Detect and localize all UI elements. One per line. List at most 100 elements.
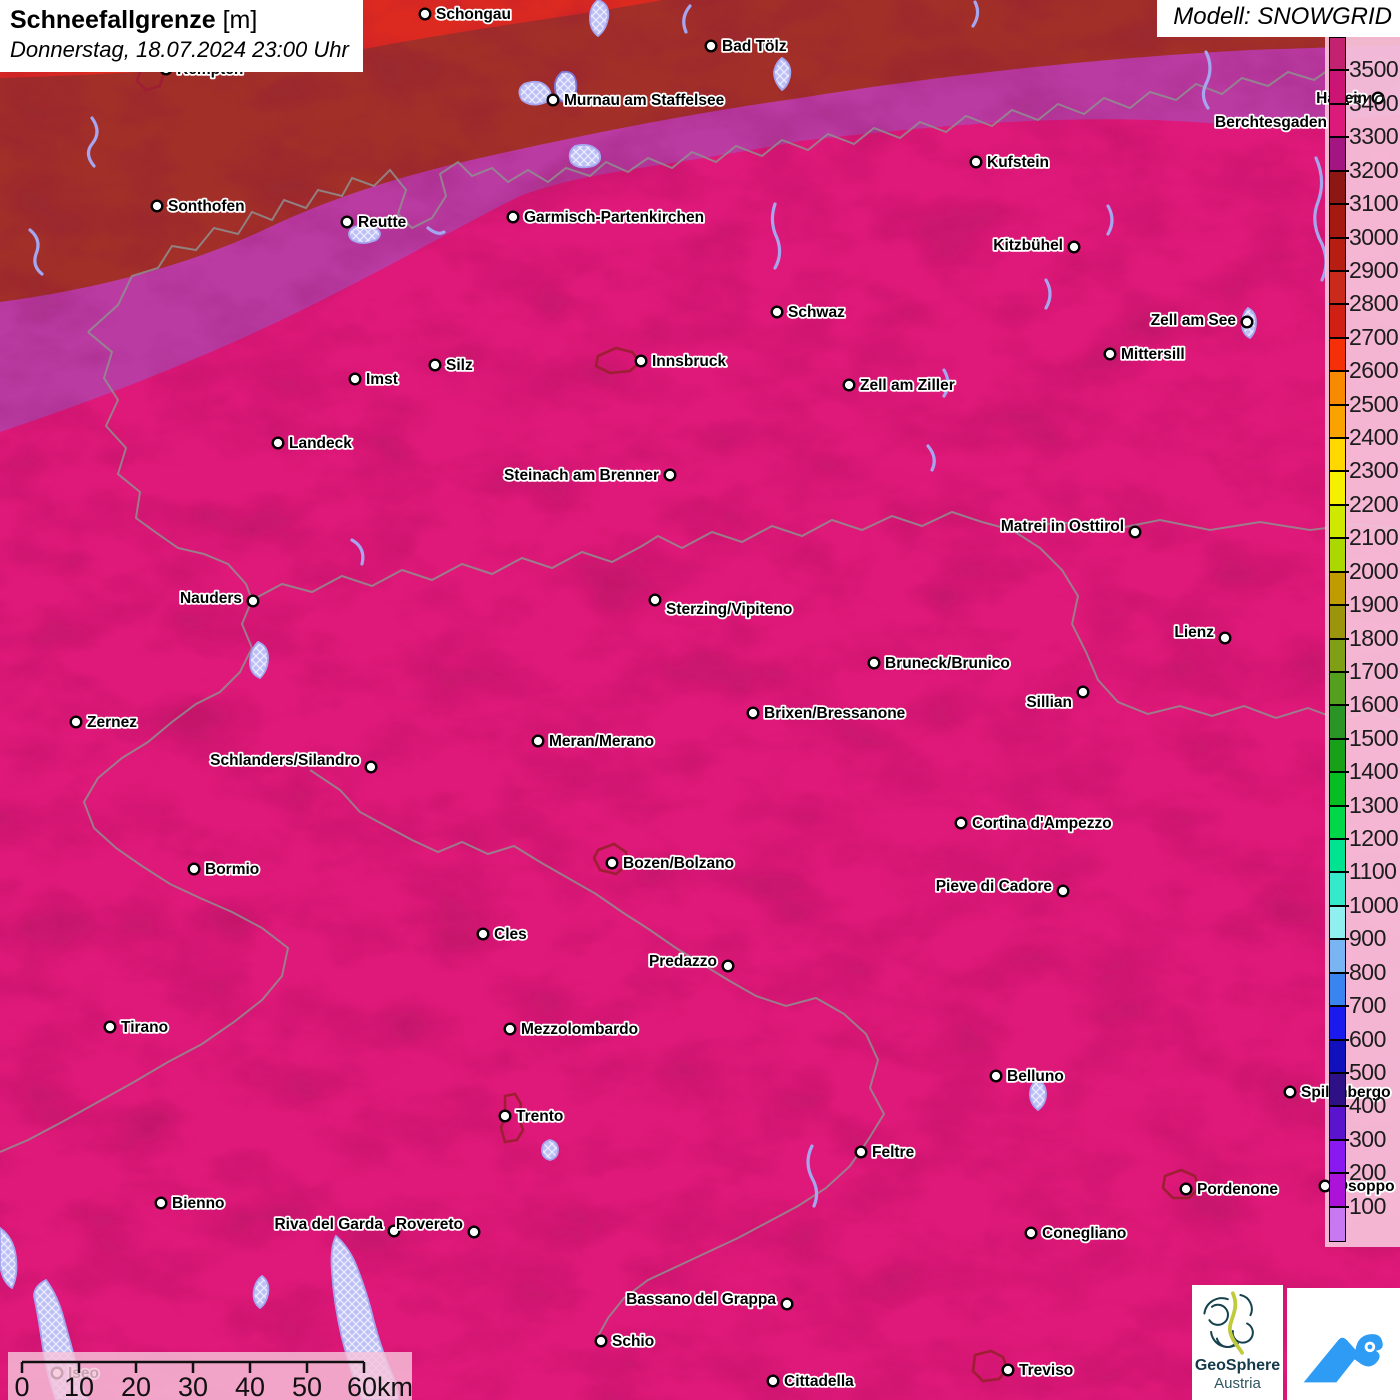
city-label: Meran/Merano: [549, 733, 654, 750]
city-dot: [548, 95, 559, 106]
legend-color-segment: [1330, 339, 1345, 373]
city-label: Garmisch-Partenkirchen: [524, 209, 704, 226]
city-dot: [869, 658, 880, 669]
avalanche-curl-center: [1367, 1344, 1372, 1349]
city-label: Nauders: [180, 590, 242, 607]
map-canvas: SchongauKemptenBad TölzMurnau am Staffel…: [0, 0, 1400, 1400]
city-label: Treviso: [1019, 1362, 1073, 1379]
legend-tick: [1329, 136, 1349, 138]
legend-color-segment: [1330, 606, 1345, 640]
legend-tick: [1329, 303, 1349, 305]
city-label: Bienno: [172, 1195, 225, 1212]
legend-colorbar: 3500340033003200310030002900280027002600…: [1329, 37, 1400, 1247]
legend-tick: [1329, 771, 1349, 773]
legend-color-segment: [1330, 1074, 1345, 1108]
scalebar-label: 50: [292, 1372, 322, 1400]
legend-color-segment: [1330, 472, 1345, 506]
lake: [570, 145, 600, 167]
city-label: Bozen/Bolzano: [623, 855, 734, 872]
legend-value: 500: [1349, 1059, 1386, 1086]
geosphere-logo-box: GeoSphere Austria: [1192, 1285, 1283, 1400]
city-label: Bad Tölz: [722, 38, 787, 55]
city-label: Kufstein: [987, 154, 1049, 171]
legend-tick: [1329, 170, 1349, 172]
map-title-box: Schneefallgrenze [m] Donnerstag, 18.07.2…: [0, 0, 363, 72]
legend-color-segment: [1330, 38, 1345, 72]
city-dot: [505, 1024, 516, 1035]
legend-value: 2600: [1349, 357, 1398, 384]
legend-tick: [1329, 337, 1349, 339]
city-label: Sterzing/Vipiteno: [666, 601, 792, 618]
legend-color-segment: [1330, 873, 1345, 907]
legend-tick: [1329, 203, 1349, 205]
city-dot: [1285, 1087, 1296, 1098]
legend-tick: [1329, 604, 1349, 606]
city-dot: [650, 595, 661, 606]
scalebar-label: 40: [235, 1372, 265, 1400]
city-dot: [508, 212, 519, 223]
city-dot: [71, 717, 82, 728]
legend-value: 3400: [1349, 90, 1398, 117]
legend-color-segment: [1330, 706, 1345, 740]
scalebar-label: 30: [178, 1372, 208, 1400]
legend-value: 900: [1349, 925, 1386, 952]
legend-tick: [1329, 1039, 1349, 1041]
scalebar-ruler: 0102030405060km: [8, 1352, 412, 1400]
legend-tick: [1329, 504, 1349, 506]
legend-tick: [1329, 69, 1349, 71]
legend-tick: [1329, 437, 1349, 439]
city-matrei-in-osttirol: Matrei in Osttirol: [1001, 518, 1140, 537]
legend-color-segment: [1330, 138, 1345, 172]
city-dot: [105, 1022, 116, 1033]
city-label: Murnau am Staffelsee: [564, 92, 725, 109]
city-label: Mezzolombardo: [521, 1021, 638, 1038]
legend-value: 3100: [1349, 190, 1398, 217]
city-label: Riva del Garda: [274, 1216, 383, 1233]
legend-tick: [1329, 871, 1349, 873]
city-dot: [971, 157, 982, 168]
city-label: Matrei in Osttirol: [1001, 518, 1124, 535]
legend-color-segment: [1330, 205, 1345, 239]
city-label: Zell am Ziller: [860, 377, 955, 394]
city-label: Sillian: [1026, 694, 1072, 711]
city-label: Steinach am Brenner: [504, 467, 659, 484]
legend-value: 2800: [1349, 290, 1398, 317]
city-dot: [1078, 687, 1089, 698]
avalanche-logo-box: [1287, 1288, 1400, 1400]
legend-color-segment: [1330, 573, 1345, 607]
city-dot: [156, 1198, 167, 1209]
legend-color-segment: [1330, 372, 1345, 406]
city-dot: [273, 438, 284, 449]
city-dot: [723, 961, 734, 972]
legend-tick: [1329, 1105, 1349, 1107]
geosphere-country: Austria: [1192, 1375, 1283, 1392]
city-label: Imst: [366, 371, 398, 388]
legend-color-segment: [1330, 71, 1345, 105]
city-label: Feltre: [872, 1144, 915, 1161]
city-label: Zernez: [87, 714, 137, 731]
city-label: Cles: [494, 926, 527, 943]
city-label: Sonthofen: [168, 198, 245, 215]
city-label: Schwaz: [788, 304, 845, 321]
scalebar-label: 60km: [347, 1372, 412, 1400]
legend-value: 1500: [1349, 725, 1398, 752]
city-dot: [782, 1299, 793, 1310]
legend-value: 2500: [1349, 391, 1398, 418]
city-dot: [1105, 349, 1116, 360]
legend-value: 1600: [1349, 691, 1398, 718]
legend-value: 400: [1349, 1092, 1386, 1119]
city-dot: [500, 1111, 511, 1122]
legend-tick: [1329, 404, 1349, 406]
city-label: Berchtesgaden: [1215, 114, 1327, 131]
city-label: Bruneck/Brunico: [885, 655, 1010, 672]
legend-value: 1000: [1349, 892, 1398, 919]
city-dot: [1003, 1365, 1014, 1376]
city-murnau-am-staffelsee: Murnau am Staffelsee: [548, 92, 725, 109]
city-label: Reutte: [358, 214, 407, 231]
legend-color-segment: [1330, 740, 1345, 774]
city-bassano-del-grappa: Bassano del Grappa: [626, 1291, 792, 1309]
city-dot: [768, 1376, 779, 1387]
city-dot: [748, 708, 759, 719]
legend-color-segment: [1330, 673, 1345, 707]
model-label: Modell: SNOWGRID: [1157, 0, 1400, 37]
